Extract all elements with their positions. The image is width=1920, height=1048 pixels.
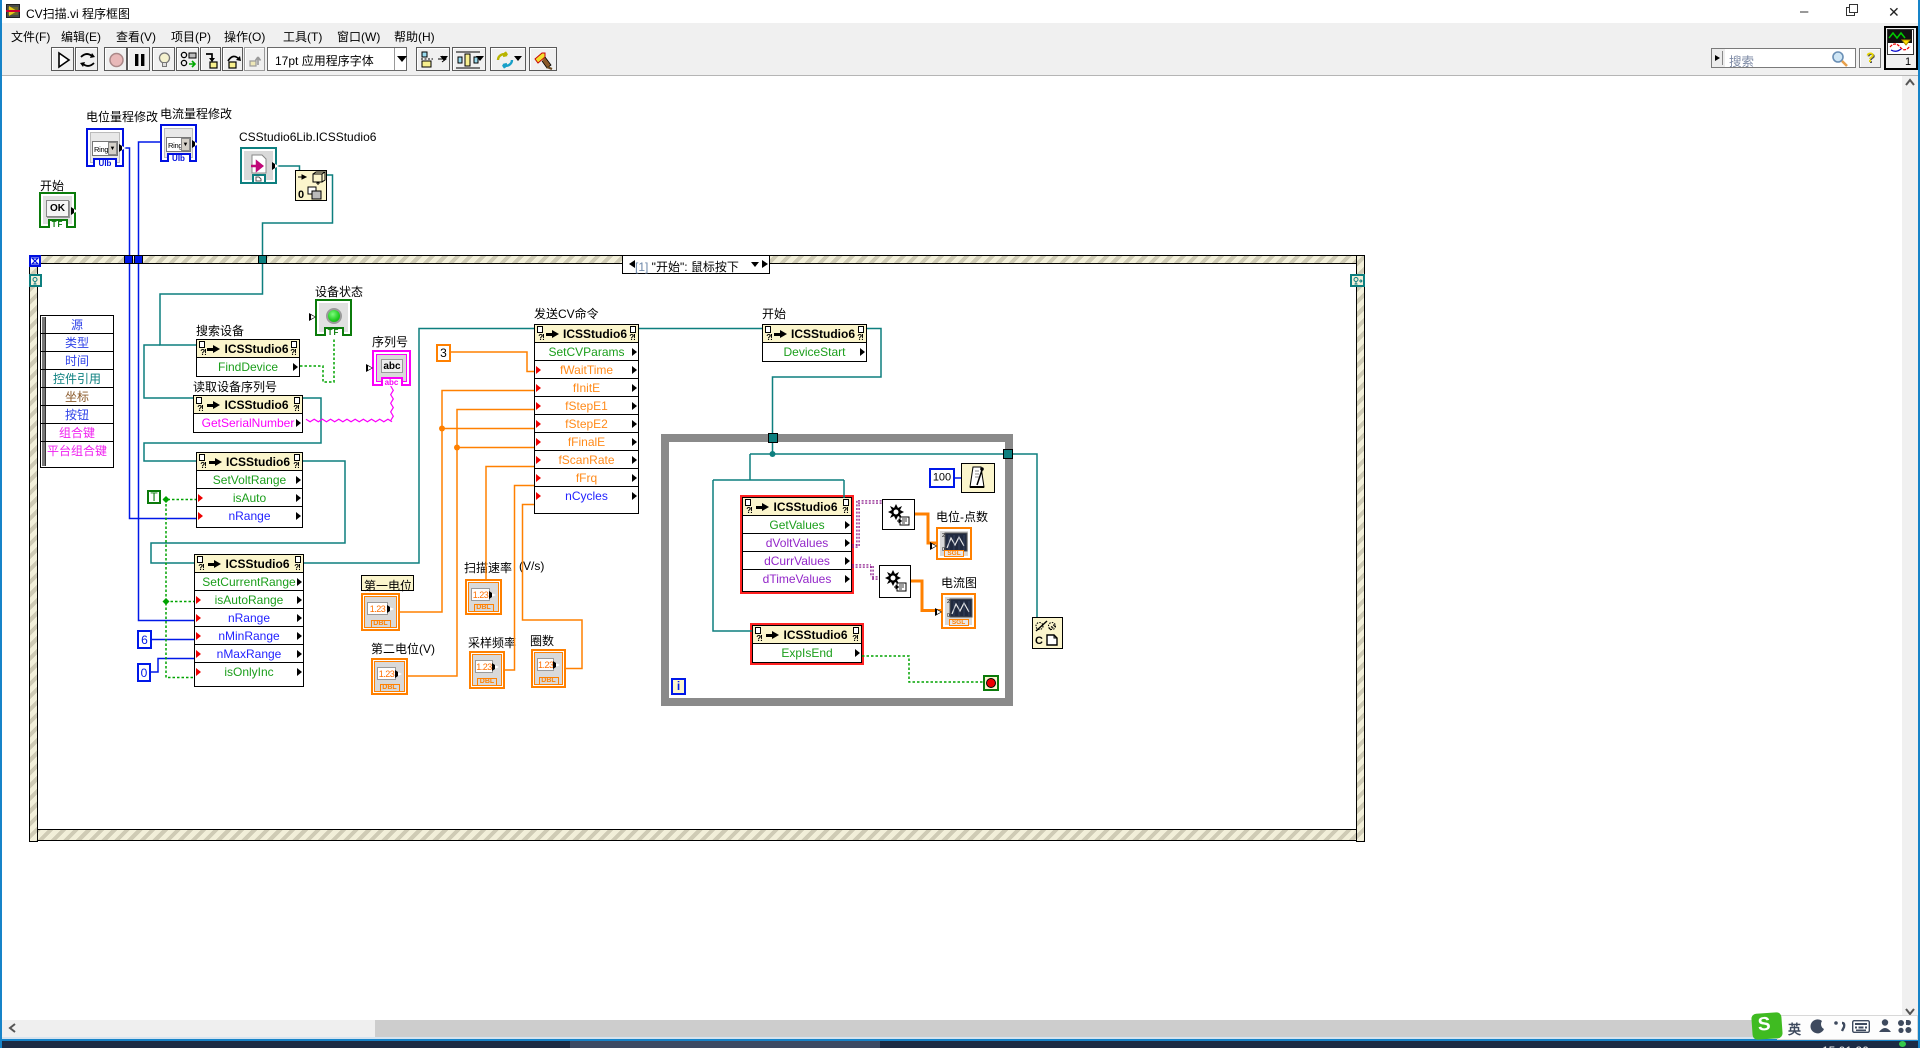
svg-text:2: 2	[942, 533, 945, 539]
svg-text:2: 2	[947, 599, 950, 605]
svg-text:C: C	[1035, 635, 1043, 647]
svg-text:0: 0	[298, 189, 304, 201]
